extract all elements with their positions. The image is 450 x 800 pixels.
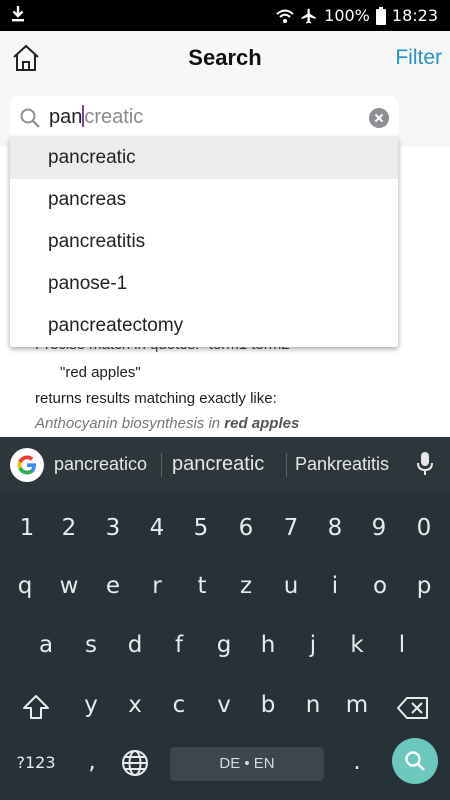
key-t[interactable]: t [184,573,220,599]
search-icon [405,751,425,771]
key-c[interactable]: c [161,692,197,718]
key-9[interactable]: 9 [361,515,397,541]
key-n[interactable]: n [295,692,331,718]
keyboard-suggestion-bar: pancreatico pancreatic Pankreatitis [0,437,450,492]
key-h[interactable]: h [250,632,286,658]
key-p[interactable]: p [406,573,442,599]
keyboard-suggestion[interactable]: pancreatic [172,453,264,476]
keyboard-suggestion[interactable]: pancreatico [54,454,147,475]
suggestion-item[interactable]: pancreatic [10,137,398,179]
help-example-prefix: Anthocyanin biosynthesis in [35,415,225,432]
suggestion-item[interactable]: pancreatectomy [10,305,398,347]
space-key[interactable]: DE • EN [170,747,324,781]
soft-keyboard: pancreatico pancreatic Pankreatitis 1 2 … [0,437,450,800]
help-quote-example: "red apples" [60,364,141,381]
help-description: returns results matching exactly like: [35,390,277,407]
key-i[interactable]: i [317,573,353,599]
filter-button[interactable]: Filter [395,46,442,70]
key-y[interactable]: y [73,692,109,718]
key-j[interactable]: j [295,632,331,658]
help-example-result: Anthocyanin biosynthesis in red apples [35,415,299,432]
airplane-icon [301,8,316,23]
key-o[interactable]: o [362,573,398,599]
suggestion-item[interactable]: pancreas [10,179,398,221]
key-2[interactable]: 2 [51,515,87,541]
search-query: pan creatic [49,105,143,129]
search-input[interactable]: pan creatic [10,96,399,140]
key-1[interactable]: 1 [9,515,45,541]
key-8[interactable]: 8 [317,515,353,541]
comma-key[interactable]: , [80,749,104,775]
key-d[interactable]: d [117,632,153,658]
search-typed-text: pan [49,106,83,128]
app-header: Search Filter [0,31,450,89]
key-m[interactable]: m [339,692,375,718]
key-3[interactable]: 3 [95,515,131,541]
key-q[interactable]: q [7,573,43,599]
clock: 18:23 [391,6,438,25]
clear-search-button[interactable] [369,108,389,128]
wifi-icon [276,9,294,23]
key-a[interactable]: a [28,632,64,658]
key-6[interactable]: 6 [228,515,264,541]
key-w[interactable]: w [51,573,87,599]
backspace-icon[interactable] [396,696,430,720]
battery-icon [375,6,386,25]
key-7[interactable]: 7 [273,515,309,541]
keyboard-suggestion[interactable]: Pankreatitis [295,454,389,475]
page-title: Search [188,45,262,70]
key-v[interactable]: v [206,692,242,718]
download-icon [12,6,24,22]
suggestion-divider [286,453,287,477]
key-r[interactable]: r [139,573,175,599]
key-4[interactable]: 4 [139,515,175,541]
shift-icon[interactable] [21,693,51,721]
globe-icon[interactable] [120,748,150,778]
search-icon [20,108,40,128]
key-g[interactable]: g [206,632,242,658]
keyboard-search-key[interactable] [392,738,438,784]
symbols-key[interactable]: ?123 [12,753,60,772]
google-icon[interactable] [10,448,44,482]
key-u[interactable]: u [273,573,309,599]
help-example-bold: red apples [224,415,300,432]
key-f[interactable]: f [161,632,197,658]
close-icon [374,113,384,123]
microphone-icon[interactable] [416,451,434,477]
key-x[interactable]: x [117,692,153,718]
key-b[interactable]: b [250,692,286,718]
suggestion-divider [161,453,162,477]
suggestion-item[interactable]: pancreatitis [10,221,398,263]
status-bar: 100% 18:23 [0,0,450,31]
suggestions-dropdown: pancreatic pancreas pancreatitis panose-… [10,137,398,347]
search-completion-hint: creatic [84,106,144,128]
suggestion-item[interactable]: panose-1 [10,263,398,305]
key-l[interactable]: l [384,632,420,658]
key-k[interactable]: k [339,632,375,658]
battery-percent: 100% [324,6,370,25]
key-s[interactable]: s [73,632,109,658]
key-e[interactable]: e [95,573,131,599]
key-5[interactable]: 5 [183,515,219,541]
key-0[interactable]: 0 [406,515,442,541]
period-key[interactable]: . [345,749,369,775]
key-z[interactable]: z [228,573,264,599]
